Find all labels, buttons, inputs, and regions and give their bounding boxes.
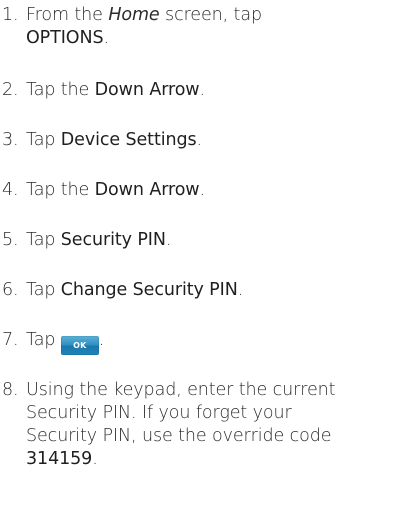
step-number: 7.	[2, 330, 19, 350]
step-number: 5.	[2, 230, 19, 250]
ui-element-name: OPTIONS	[26, 28, 104, 48]
step-text: Tap the Down Arrow.	[26, 80, 205, 100]
ui-element-name: Down Arrow	[94, 180, 200, 200]
step-number: 4.	[2, 180, 19, 200]
step-number: 6.	[2, 280, 19, 300]
step-text: Tap Security PIN.	[26, 230, 172, 250]
ui-element-name: Security PIN	[60, 230, 166, 250]
step-number: 2.	[2, 80, 19, 100]
ui-element-name: Down Arrow	[94, 80, 200, 100]
screen-name: Home	[108, 5, 160, 25]
step-text: Tap the Down Arrow.	[26, 180, 205, 200]
step-text: From the Home screen, tap OPTIONS.	[26, 5, 262, 48]
override-code: 314159	[26, 449, 93, 469]
ui-element-name: Change Security PIN	[60, 280, 238, 300]
step-text: Tap OK.	[26, 329, 386, 355]
instruction-list: 1. From the Home screen, tap OPTIONS. 2.…	[0, 0, 412, 530]
step-text: Tap Device Settings.	[26, 130, 202, 150]
ui-element-name: Device Settings	[60, 130, 197, 150]
step-text: Tap Change Security PIN.	[26, 280, 244, 300]
ok-button-icon: OK	[60, 336, 99, 355]
step-number: 8.	[2, 380, 19, 400]
step-number: 3.	[2, 130, 19, 150]
step-number: 1.	[2, 5, 19, 25]
step-text: Using the keypad, enter the current Secu…	[26, 380, 336, 469]
